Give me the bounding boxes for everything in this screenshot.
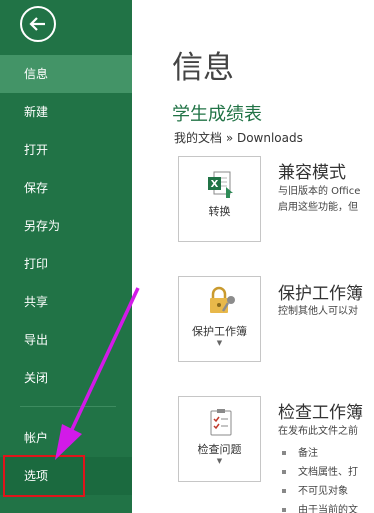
document-title: 学生成绩表 xyxy=(172,104,262,125)
sidebar-item-close[interactable]: 关闭 xyxy=(0,359,132,397)
sidebar-item-share[interactable]: 共享 xyxy=(0,283,132,321)
inspect-bullet-item: 文档属性、打 xyxy=(282,463,358,478)
inspect-workbook-title: 检查工作簿 xyxy=(278,403,363,423)
inspect-bullet-item: 由于当前的文 xyxy=(282,501,358,513)
sidebar-item-info[interactable]: 信息 xyxy=(0,55,132,93)
sidebar-item-save-as[interactable]: 另存为 xyxy=(0,207,132,245)
sidebar-item-account[interactable]: 帐户 xyxy=(0,419,132,457)
checklist-icon xyxy=(210,409,232,436)
breadcrumb[interactable]: 我的文档 » Downloads xyxy=(174,129,303,146)
sidebar-item-save[interactable]: 保存 xyxy=(0,169,132,207)
excel-convert-icon: X xyxy=(208,171,233,198)
page-title: 信息 xyxy=(172,50,234,86)
lock-key-icon xyxy=(210,286,235,313)
sidebar-divider xyxy=(20,406,116,407)
sidebar-item-new[interactable]: 新建 xyxy=(0,93,132,131)
convert-label: 转换 xyxy=(208,205,231,218)
protect-workbook-desc: 控制其他人可以对 xyxy=(278,306,358,317)
back-button[interactable] xyxy=(20,6,56,42)
check-issues-label: 检查问题 xyxy=(197,443,242,456)
protect-workbook-button[interactable]: 保护工作簿 ▼ xyxy=(178,276,261,362)
chevron-down-icon: ▼ xyxy=(216,457,223,465)
compatibility-desc-line2: 启用这些功能，但 xyxy=(278,202,358,213)
inspect-workbook-desc: 在发布此文件之前 xyxy=(278,426,358,437)
sidebar-item-open[interactable]: 打开 xyxy=(0,131,132,169)
backstage-sidebar: 信息 新建 打开 保存 另存为 打印 共享 导出 关闭 帐户 选项 xyxy=(0,0,132,513)
sidebar-item-print[interactable]: 打印 xyxy=(0,245,132,283)
protect-workbook-title: 保护工作簿 xyxy=(278,284,363,304)
options-highlight-box xyxy=(3,455,85,497)
back-arrow-icon xyxy=(29,17,45,31)
check-issues-button[interactable]: 检查问题 ▼ xyxy=(178,396,261,482)
compatibility-mode-title: 兼容模式 xyxy=(278,163,346,183)
convert-button[interactable]: X 转换 xyxy=(178,156,261,242)
chevron-down-icon: ▼ xyxy=(216,339,223,347)
protect-workbook-label: 保护工作簿 xyxy=(192,325,247,338)
inspect-bullet-item: 不可见对象 xyxy=(282,482,348,497)
compatibility-desc-line1: 与旧版本的 Office xyxy=(278,186,361,197)
svg-text:X: X xyxy=(211,179,219,190)
sidebar-item-export[interactable]: 导出 xyxy=(0,321,132,359)
inspect-bullet-item: 备注 xyxy=(282,444,318,459)
